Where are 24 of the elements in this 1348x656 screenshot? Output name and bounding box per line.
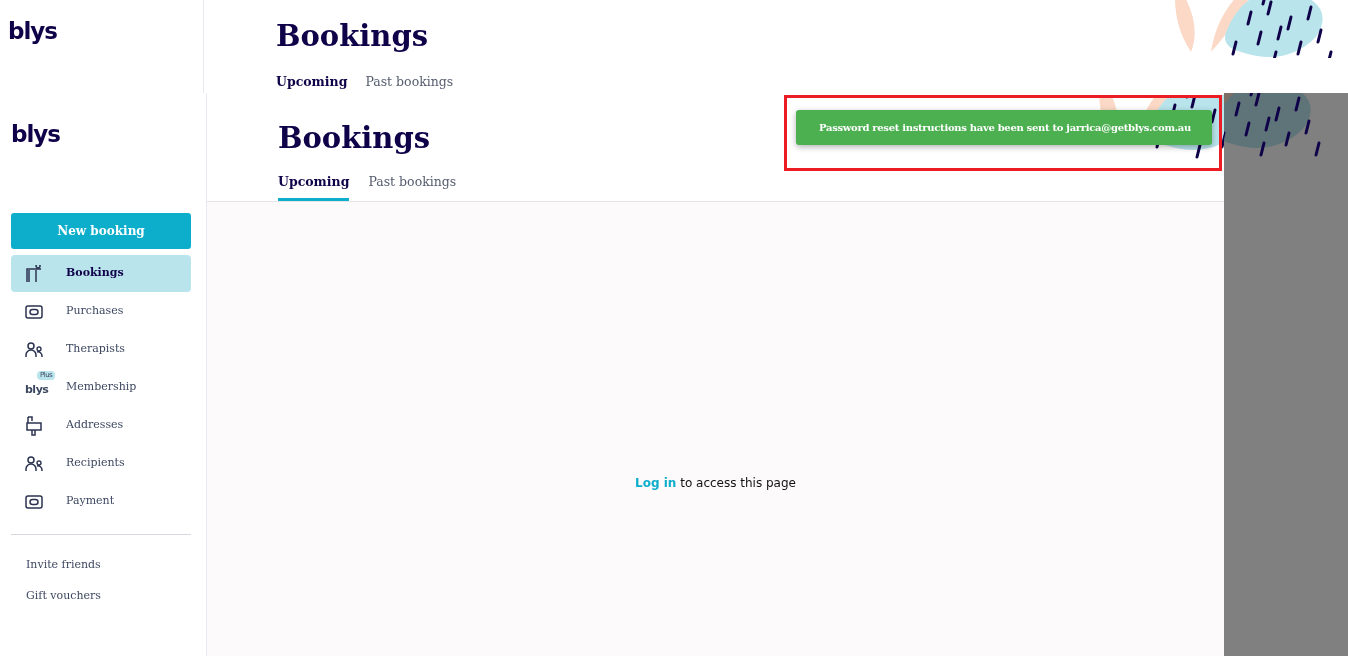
login-message: Log in to access this page bbox=[635, 475, 796, 490]
sidebar-link[interactable]: Gift vouchers bbox=[26, 587, 190, 604]
tab[interactable]: Upcoming bbox=[276, 73, 348, 93]
mailbox-icon bbox=[25, 415, 43, 436]
toast-message: Password reset instructions have been sent to jarrica@getblys.com.au bbox=[819, 121, 1192, 135]
card-icon bbox=[25, 494, 43, 509]
membership-logo: blys bbox=[25, 382, 49, 399]
card-icon bbox=[25, 304, 43, 319]
tab[interactable]: Past bookings bbox=[365, 73, 454, 93]
people-icon bbox=[25, 341, 43, 358]
page-title: Bookings bbox=[276, 21, 428, 53]
nav-item[interactable]: Bookings bbox=[11, 255, 191, 292]
people-icon bbox=[25, 455, 43, 472]
sidebar-link[interactable]: Invite friends bbox=[26, 557, 190, 574]
nav-item[interactable]: Therapists bbox=[11, 331, 191, 368]
logo: blys bbox=[8, 20, 58, 43]
tab[interactable]: Past bookings bbox=[368, 173, 457, 201]
nav-item[interactable]: Recipients bbox=[11, 445, 191, 482]
logo: blys bbox=[11, 123, 61, 146]
nav-item[interactable]: Purchases bbox=[11, 293, 191, 330]
nav-item[interactable]: Addresses bbox=[11, 407, 191, 444]
nav-item[interactable]: Payment bbox=[11, 483, 191, 520]
page-title: Bookings bbox=[278, 123, 430, 155]
easel-icon bbox=[25, 264, 43, 283]
